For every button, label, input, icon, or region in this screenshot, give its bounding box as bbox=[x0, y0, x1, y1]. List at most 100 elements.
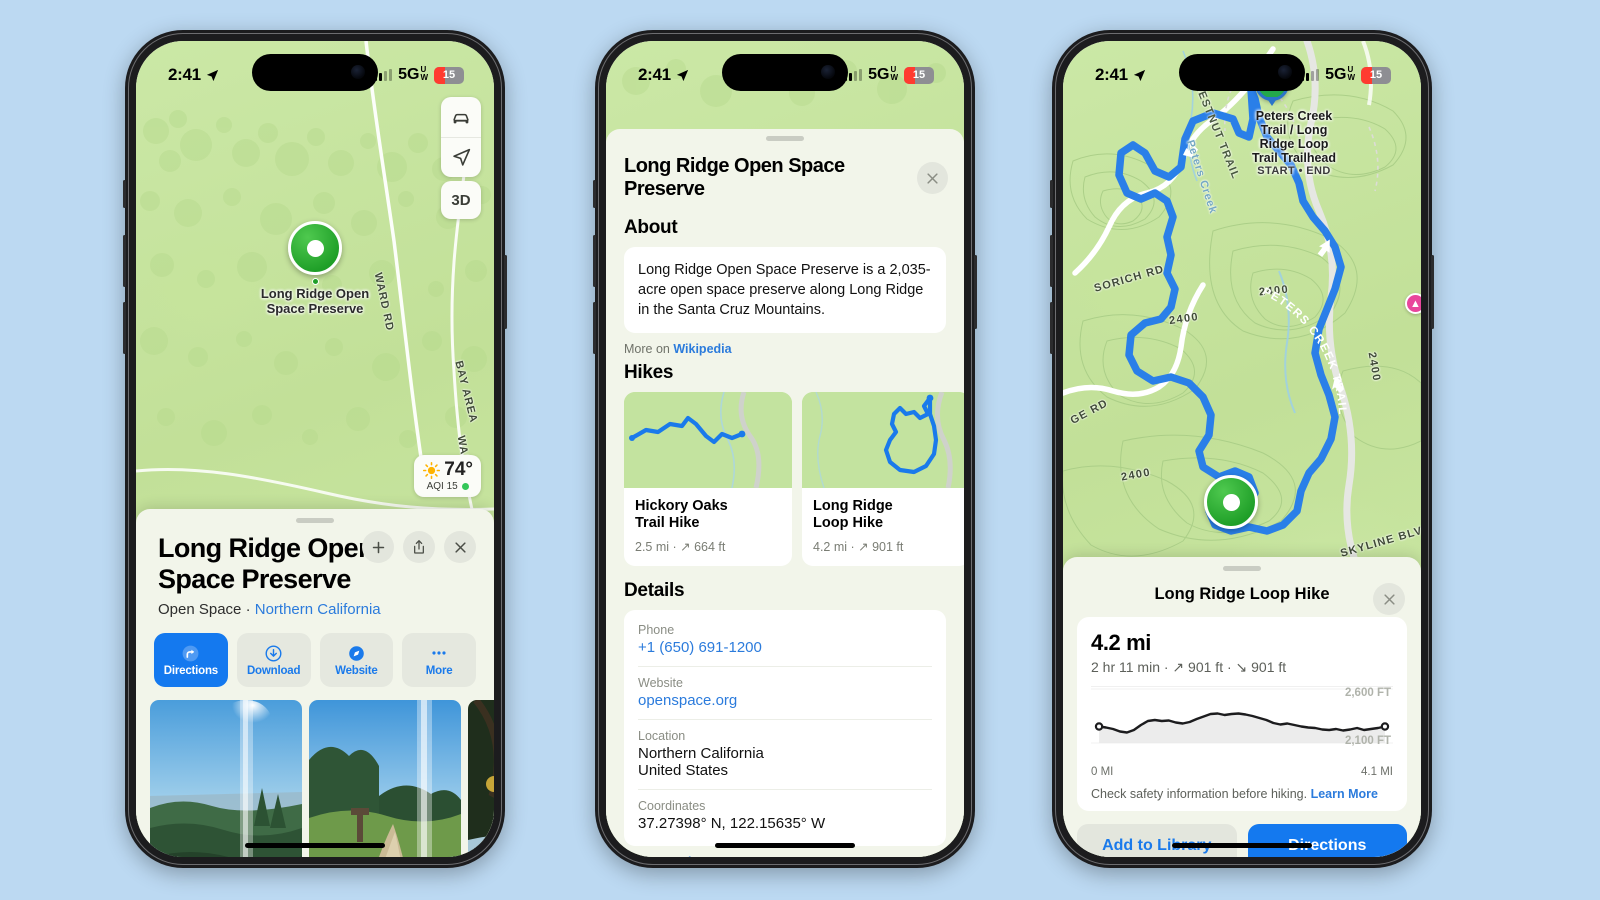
detail-value[interactable]: openspace.org bbox=[638, 692, 932, 709]
detail-row-coordinates: Coordinates 37.27398° N, 122.15635° W bbox=[638, 790, 932, 842]
status-bar-left: 2:41 bbox=[168, 65, 220, 85]
volume-up-button[interactable] bbox=[593, 235, 596, 287]
download-icon bbox=[265, 645, 282, 661]
battery-indicator: 15 bbox=[904, 66, 934, 84]
power-button[interactable] bbox=[1431, 255, 1434, 329]
locate-me-icon[interactable] bbox=[441, 137, 481, 177]
page-title: Long Ridge Open Space Preserve bbox=[158, 533, 375, 594]
more-button[interactable]: More bbox=[402, 633, 476, 687]
power-button[interactable] bbox=[974, 255, 977, 329]
car-icon[interactable] bbox=[441, 97, 481, 137]
status-bar-right: 5G UW 15 bbox=[1301, 66, 1391, 84]
hike-card[interactable]: Hickory Oaks Trail Hike 2.5 mi · ↗ 664 f… bbox=[624, 392, 792, 567]
place-pin-long-ridge[interactable]: Long Ridge Open Space Preserve bbox=[243, 221, 387, 316]
hike-detail-sheet[interactable]: Long Ridge Loop Hike 4.2 mi 2 hr 11 min … bbox=[1063, 557, 1421, 857]
place-photo[interactable]: Yelp bbox=[309, 700, 461, 857]
detail-row-phone[interactable]: Phone +1 (650) 691-1200 bbox=[638, 614, 932, 668]
status-bar-right: 5G UW 15 bbox=[374, 66, 464, 84]
place-photo[interactable]: Yelp bbox=[468, 700, 494, 857]
place-subtitle: Open Space · Northern California bbox=[158, 601, 381, 618]
compass-icon bbox=[349, 645, 364, 661]
volume-down-button[interactable] bbox=[123, 302, 126, 354]
close-button[interactable] bbox=[917, 162, 948, 194]
chip-label: Directions bbox=[163, 664, 218, 677]
about-card: Long Ridge Open Space Preserve is a 2,03… bbox=[624, 247, 946, 333]
hike-card[interactable]: Long Ridge Loop Hike 4.2 mi · ↗ 901 ft bbox=[802, 392, 964, 567]
photo-carousel[interactable]: Yelp bbox=[136, 687, 494, 857]
map-3d-button[interactable]: 3D bbox=[441, 181, 481, 219]
learn-more-link[interactable]: Learn More bbox=[1311, 787, 1378, 801]
volume-down-button[interactable] bbox=[1050, 302, 1053, 354]
close-button[interactable] bbox=[444, 531, 476, 563]
volume-up-button[interactable] bbox=[1050, 235, 1053, 287]
download-button[interactable]: Download bbox=[236, 633, 311, 687]
status-bar-right: 5G UW 15 bbox=[844, 66, 934, 84]
dynamic-island bbox=[1179, 54, 1305, 91]
elevation-y-min-label: 2,100 FT bbox=[1344, 735, 1391, 747]
hikes-carousel[interactable]: Hickory Oaks Trail Hike 2.5 mi · ↗ 664 f… bbox=[624, 392, 964, 567]
details-attribution: More on Yelp bbox=[624, 855, 946, 857]
mute-switch[interactable] bbox=[593, 180, 596, 208]
network-type-label: 5G UW bbox=[868, 65, 898, 84]
battery-indicator: 15 bbox=[434, 66, 464, 84]
place-pin-long-ridge[interactable] bbox=[1201, 475, 1261, 529]
detail-row-website[interactable]: Website openspace.org bbox=[638, 667, 932, 721]
status-bar-left: 2:41 bbox=[1095, 65, 1147, 85]
network-type-label: 5G UW bbox=[398, 65, 428, 84]
yelp-link[interactable]: Yelp bbox=[673, 855, 699, 857]
wikipedia-link[interactable]: Wikipedia bbox=[673, 342, 731, 356]
add-to-library-button[interactable]: Add to Library bbox=[1077, 824, 1237, 857]
location-arrow-icon bbox=[676, 69, 688, 81]
location-arrow-icon bbox=[1133, 69, 1145, 81]
place-detail-sheet[interactable]: Long Ridge Open Space Preserve About Lon… bbox=[606, 129, 964, 857]
volume-down-button[interactable] bbox=[593, 302, 596, 354]
location-arrow-icon bbox=[206, 69, 218, 81]
weather-widget[interactable]: 74° AQI 15 bbox=[414, 455, 481, 497]
share-icon bbox=[414, 540, 424, 554]
ellipsis-icon bbox=[432, 651, 446, 655]
detail-value[interactable]: +1 (650) 691-1200 bbox=[638, 639, 932, 656]
hike-action-buttons: Add to Library Directions bbox=[1063, 811, 1421, 857]
card-action-buttons bbox=[362, 531, 476, 563]
volume-up-button[interactable] bbox=[123, 235, 126, 287]
sheet-body[interactable]: About Long Ridge Open Space Preserve is … bbox=[606, 217, 964, 857]
hike-name: Long Ridge Loop Hike bbox=[813, 498, 893, 532]
place-photo[interactable]: Yelp bbox=[150, 700, 302, 857]
phone-3-screen: SORICH RD GE RD SKYLINE BLVD 2400 2400 2… bbox=[1063, 41, 1421, 857]
place-card-sheet[interactable]: Long Ridge Open Space Preserve Open Spac… bbox=[136, 509, 494, 857]
hike-meta: Long Ridge Loop Hike 4.2 mi · ↗ 901 ft bbox=[802, 488, 964, 566]
map-pin-anchor-dot bbox=[311, 278, 319, 285]
elevation-y-max-label: 2,600 FT bbox=[1344, 687, 1391, 699]
page-title: Long Ridge Loop Hike bbox=[1154, 585, 1330, 603]
sun-icon bbox=[423, 461, 441, 479]
close-button[interactable] bbox=[1373, 583, 1405, 615]
status-bar-left: 2:41 bbox=[638, 65, 690, 85]
phone-1-screen: WARD RD BAY AREA WARD RD Long Ridge Open… bbox=[136, 41, 494, 857]
aqi-status-dot bbox=[461, 483, 469, 490]
status-time: 2:41 bbox=[1095, 65, 1128, 84]
chip-label: Website bbox=[335, 664, 378, 677]
hike-summary-card: 4.2 mi 2 hr 11 min · ↗ 901 ft · ↘ 901 ft… bbox=[1077, 617, 1407, 811]
close-icon bbox=[927, 172, 938, 184]
mute-switch[interactable] bbox=[1050, 180, 1053, 208]
home-indicator[interactable] bbox=[245, 843, 385, 848]
directions-arrow-icon bbox=[182, 645, 199, 661]
add-icon bbox=[372, 541, 384, 553]
mute-switch[interactable] bbox=[123, 180, 126, 208]
directions-button[interactable]: Directions bbox=[1247, 824, 1407, 857]
power-button[interactable] bbox=[504, 255, 507, 329]
section-heading-hikes: Hikes bbox=[624, 362, 674, 383]
home-indicator[interactable] bbox=[1172, 843, 1312, 848]
directions-button[interactable]: Directions bbox=[154, 633, 228, 687]
detail-value: 37.27398° N, 122.15635° W bbox=[638, 815, 826, 833]
share-button[interactable] bbox=[403, 531, 435, 563]
website-button[interactable]: Website bbox=[319, 633, 394, 687]
add-button[interactable] bbox=[362, 531, 394, 563]
elevation-x-max-label: 4.1 MI bbox=[1361, 766, 1393, 778]
home-indicator[interactable] bbox=[715, 843, 855, 848]
poi-pin-icon[interactable]: ▲ bbox=[1405, 293, 1421, 314]
hike-meta: Hickory Oaks Trail Hike 2.5 mi · ↗ 664 f… bbox=[624, 488, 792, 566]
details-card: Phone +1 (650) 691-1200 Website openspac… bbox=[624, 610, 946, 847]
place-region-link[interactable]: Northern California bbox=[255, 601, 381, 618]
chip-label: Download bbox=[246, 664, 301, 677]
